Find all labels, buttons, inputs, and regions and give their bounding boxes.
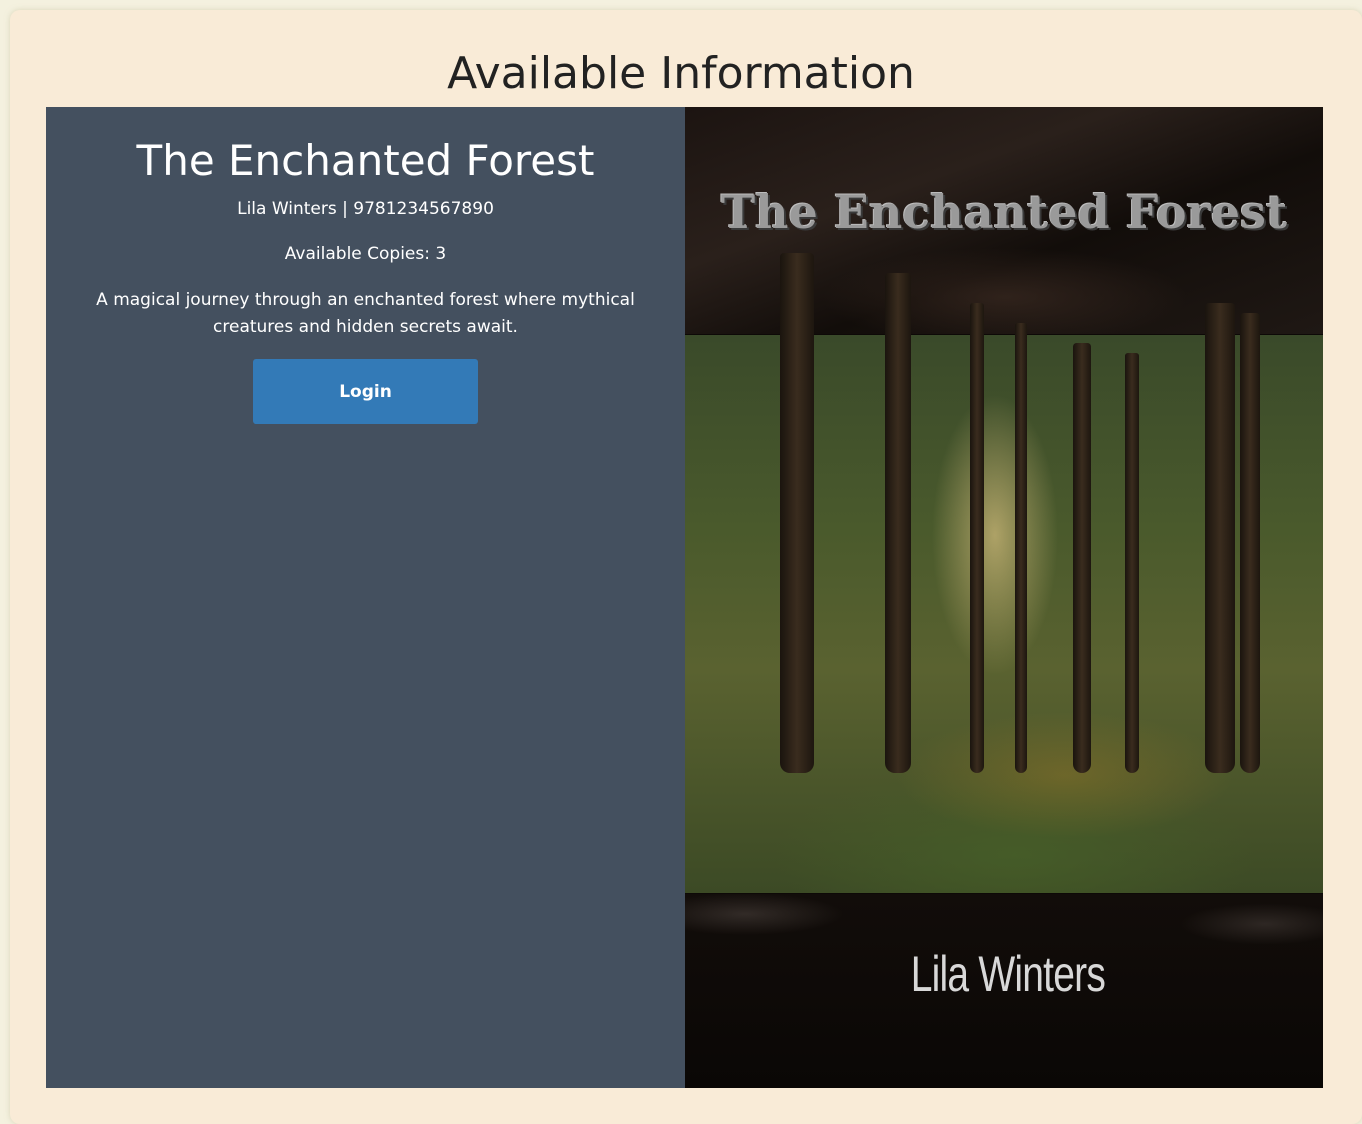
book-author-isbn: Lila Winters | 9781234567890: [237, 199, 494, 219]
cover-author: Lila Winters: [910, 946, 1106, 1002]
book-cover-image: The Enchanted Forest Lila Winters: [685, 107, 1323, 1088]
tree-trunk: [1015, 323, 1027, 773]
tree-trunk: [1073, 343, 1091, 773]
page-title: Available Information: [447, 48, 915, 99]
available-copies: Available Copies: 3: [284, 244, 447, 264]
tree-trunk: [970, 303, 984, 773]
tree-trunk: [780, 253, 814, 773]
cover-title: The Enchanted Forest: [720, 185, 1288, 239]
login-button[interactable]: Login: [253, 359, 478, 424]
book-details: The Enchanted Forest Lila Winters | 9781…: [46, 107, 1323, 1088]
forest-image: [685, 253, 1323, 893]
tree-trunk: [1125, 353, 1139, 773]
tree-trunk: [1240, 313, 1260, 773]
book-description: A magical journey through an enchanted f…: [96, 290, 635, 337]
tree-trunk: [885, 273, 911, 773]
book-info-panel: The Enchanted Forest Lila Winters | 9781…: [46, 107, 685, 1088]
tree-trunk: [1205, 303, 1235, 773]
book-title: The Enchanted Forest: [136, 136, 595, 185]
